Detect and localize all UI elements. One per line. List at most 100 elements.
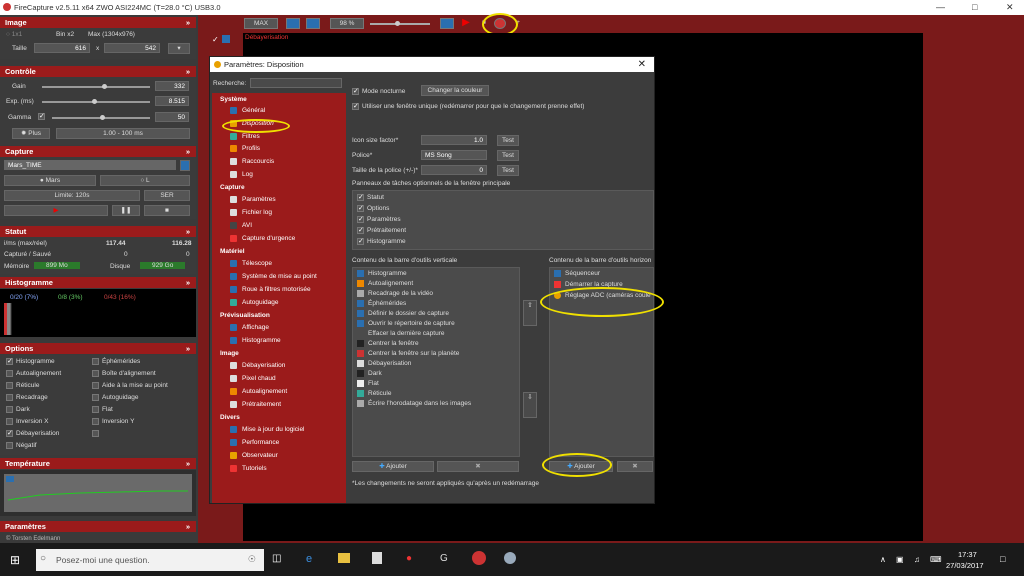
object-button[interactable]: ● Mars bbox=[4, 175, 96, 186]
option-item[interactable]: ✓ Débayerisation bbox=[6, 430, 59, 437]
tree-item[interactable]: Observateur bbox=[230, 452, 278, 459]
option-item[interactable]: Recadrage bbox=[6, 394, 48, 401]
remove-button[interactable]: ✖ bbox=[617, 461, 653, 472]
task-view-icon[interactable]: ◫ bbox=[272, 553, 281, 564]
tree-item[interactable]: Affichage bbox=[230, 324, 269, 331]
tree-item[interactable]: Tutoriels bbox=[230, 465, 267, 472]
fit-icon[interactable] bbox=[286, 18, 300, 29]
list-item[interactable]: Centrer la fenêtre bbox=[357, 340, 419, 347]
gain-slider[interactable] bbox=[42, 84, 150, 89]
format-button[interactable]: SER bbox=[144, 190, 190, 201]
section-parametres[interactable]: Paramètres» bbox=[0, 521, 196, 532]
panel-checkbox[interactable]: ✓ Prétraitement bbox=[357, 227, 406, 234]
histogram-toolbar-icon[interactable] bbox=[222, 35, 230, 43]
start-capture-button[interactable]: ▶ bbox=[4, 205, 108, 216]
test-button[interactable]: Test bbox=[497, 165, 519, 176]
tree-item[interactable]: Capture d'urgence bbox=[230, 235, 295, 242]
tree-item[interactable]: Performance bbox=[230, 439, 279, 446]
keyboard-icon[interactable]: ⌨ bbox=[930, 555, 942, 564]
zoom-value[interactable]: 98 % bbox=[330, 18, 364, 29]
plus-button[interactable]: ✹ Plus bbox=[12, 128, 50, 139]
option-item[interactable]: Inversion Y bbox=[92, 418, 134, 425]
gain-value[interactable]: 332 bbox=[155, 81, 189, 91]
list-item[interactable]: Éphémérides bbox=[357, 300, 406, 307]
gamma-value[interactable]: 50 bbox=[155, 112, 189, 122]
max-radio[interactable]: Max (1304x976) bbox=[88, 31, 135, 38]
list-item[interactable]: Dark bbox=[357, 370, 382, 377]
store-icon[interactable] bbox=[372, 552, 382, 564]
list-item[interactable]: Recadrage de la vidéo bbox=[357, 290, 433, 297]
remove-button[interactable]: ✖ bbox=[437, 461, 519, 472]
stop-button[interactable]: ■ bbox=[144, 205, 190, 216]
tree-category[interactable]: Matériel bbox=[220, 248, 245, 255]
section-controle[interactable]: Contrôle» bbox=[0, 66, 196, 77]
list-item[interactable]: Réticule bbox=[357, 390, 391, 397]
list-item[interactable]: Flat bbox=[357, 380, 379, 387]
option-item[interactable]: Éphémérides bbox=[92, 358, 140, 365]
tree-item[interactable]: Débayerisation bbox=[230, 362, 285, 369]
exposure-value[interactable]: 8.515 bbox=[155, 96, 189, 106]
notification-icon[interactable]: □ bbox=[1000, 554, 1005, 564]
list-item[interactable]: Séquenceur bbox=[554, 270, 600, 277]
filter-button[interactable]: ○ L bbox=[100, 175, 190, 186]
list-item[interactable]: Définir le dossier de capture bbox=[357, 310, 449, 317]
windows-icon[interactable]: ⊞ bbox=[10, 553, 20, 567]
panel-checkbox[interactable]: ✓ Statut bbox=[357, 194, 384, 201]
option-item[interactable]: Réticule bbox=[6, 382, 39, 389]
pause-button[interactable]: ❚❚ bbox=[112, 205, 140, 216]
list-item[interactable]: Effacer la dernière capture bbox=[357, 330, 444, 337]
explorer-icon[interactable] bbox=[338, 553, 350, 563]
panel-checkbox[interactable]: ✓ Options bbox=[357, 205, 389, 212]
tree-item[interactable]: Système de mise au point bbox=[230, 273, 317, 280]
test-button[interactable]: Test bbox=[497, 135, 519, 146]
change-color-button[interactable]: Changer la couleur bbox=[421, 85, 489, 96]
zoom-slider[interactable] bbox=[370, 21, 430, 26]
size-dropdown[interactable]: ▾ bbox=[168, 43, 190, 54]
tree-category[interactable]: Capture bbox=[220, 184, 245, 191]
check-icon[interactable]: ✓ bbox=[212, 35, 219, 44]
list-item[interactable]: Débayerisation bbox=[357, 360, 411, 367]
tree-category[interactable]: Système bbox=[220, 96, 247, 103]
app-taskbar-icon[interactable] bbox=[504, 552, 516, 564]
sequencer-icon[interactable] bbox=[440, 18, 454, 29]
gamma-checkbox[interactable]: ✓ bbox=[38, 113, 45, 120]
exposure-slider[interactable] bbox=[42, 99, 150, 104]
tree-item[interactable]: Autoalignement bbox=[230, 388, 287, 395]
icon-size-field[interactable]: 1.0 bbox=[421, 135, 487, 145]
search-box[interactable]: ○ Posez-moi une question. ☉ bbox=[36, 549, 264, 571]
search-input[interactable] bbox=[250, 78, 342, 88]
option-item[interactable]: Autoalignement bbox=[6, 370, 61, 377]
section-image[interactable]: Image» bbox=[0, 17, 196, 28]
tree-item[interactable]: Histogramme bbox=[230, 337, 281, 344]
tree-item[interactable]: Profils bbox=[230, 145, 260, 152]
panel-checkbox[interactable]: ✓ Paramètres bbox=[357, 216, 401, 223]
option-item[interactable]: Flat bbox=[92, 406, 113, 413]
capture-name-field[interactable]: Mars_TIME bbox=[4, 160, 176, 170]
exposure-range[interactable]: 1.00 - 100 ms bbox=[56, 128, 190, 139]
folder-icon[interactable] bbox=[180, 160, 190, 171]
tree-item[interactable]: Fichier log bbox=[230, 209, 272, 216]
font-select[interactable]: MS Song bbox=[421, 150, 487, 160]
section-capture[interactable]: Capture» bbox=[0, 146, 196, 157]
list-item[interactable]: Autoalignement bbox=[357, 280, 413, 287]
option-item[interactable]: ✓ Histogramme bbox=[6, 358, 55, 365]
list-item[interactable]: Ouvrir le répertoire de capture bbox=[357, 320, 455, 327]
play-icon[interactable]: ▶ bbox=[460, 18, 472, 29]
width-field[interactable]: 616 bbox=[34, 43, 90, 53]
bin-radio[interactable]: Bin x2 bbox=[56, 31, 74, 38]
option-item[interactable]: Boîte d'alignement bbox=[92, 370, 156, 377]
tray-chevron-icon[interactable]: ∧ bbox=[880, 555, 886, 564]
move-down-button[interactable]: ⇩ bbox=[523, 392, 537, 418]
fullscreen-icon[interactable] bbox=[306, 18, 320, 29]
single-window-checkbox[interactable]: ✓ Utiliser une fenêtre unique (redémarrer… bbox=[352, 103, 584, 110]
tree-item[interactable]: Mise à jour du logiciel bbox=[230, 426, 305, 433]
list-item[interactable]: Écrire l'horodatage dans les images bbox=[357, 400, 471, 407]
section-statut[interactable]: Statut» bbox=[0, 226, 196, 237]
tree-item[interactable]: Log bbox=[230, 171, 253, 178]
tree-category[interactable]: Divers bbox=[220, 414, 240, 421]
list-item[interactable]: Centrer la fenêtre sur la planète bbox=[357, 350, 459, 357]
network-icon[interactable]: ▣ bbox=[896, 555, 904, 564]
option-item[interactable]: Inversion X bbox=[6, 418, 49, 425]
height-field[interactable]: 542 bbox=[104, 43, 160, 53]
tree-category[interactable]: Image bbox=[220, 350, 239, 357]
